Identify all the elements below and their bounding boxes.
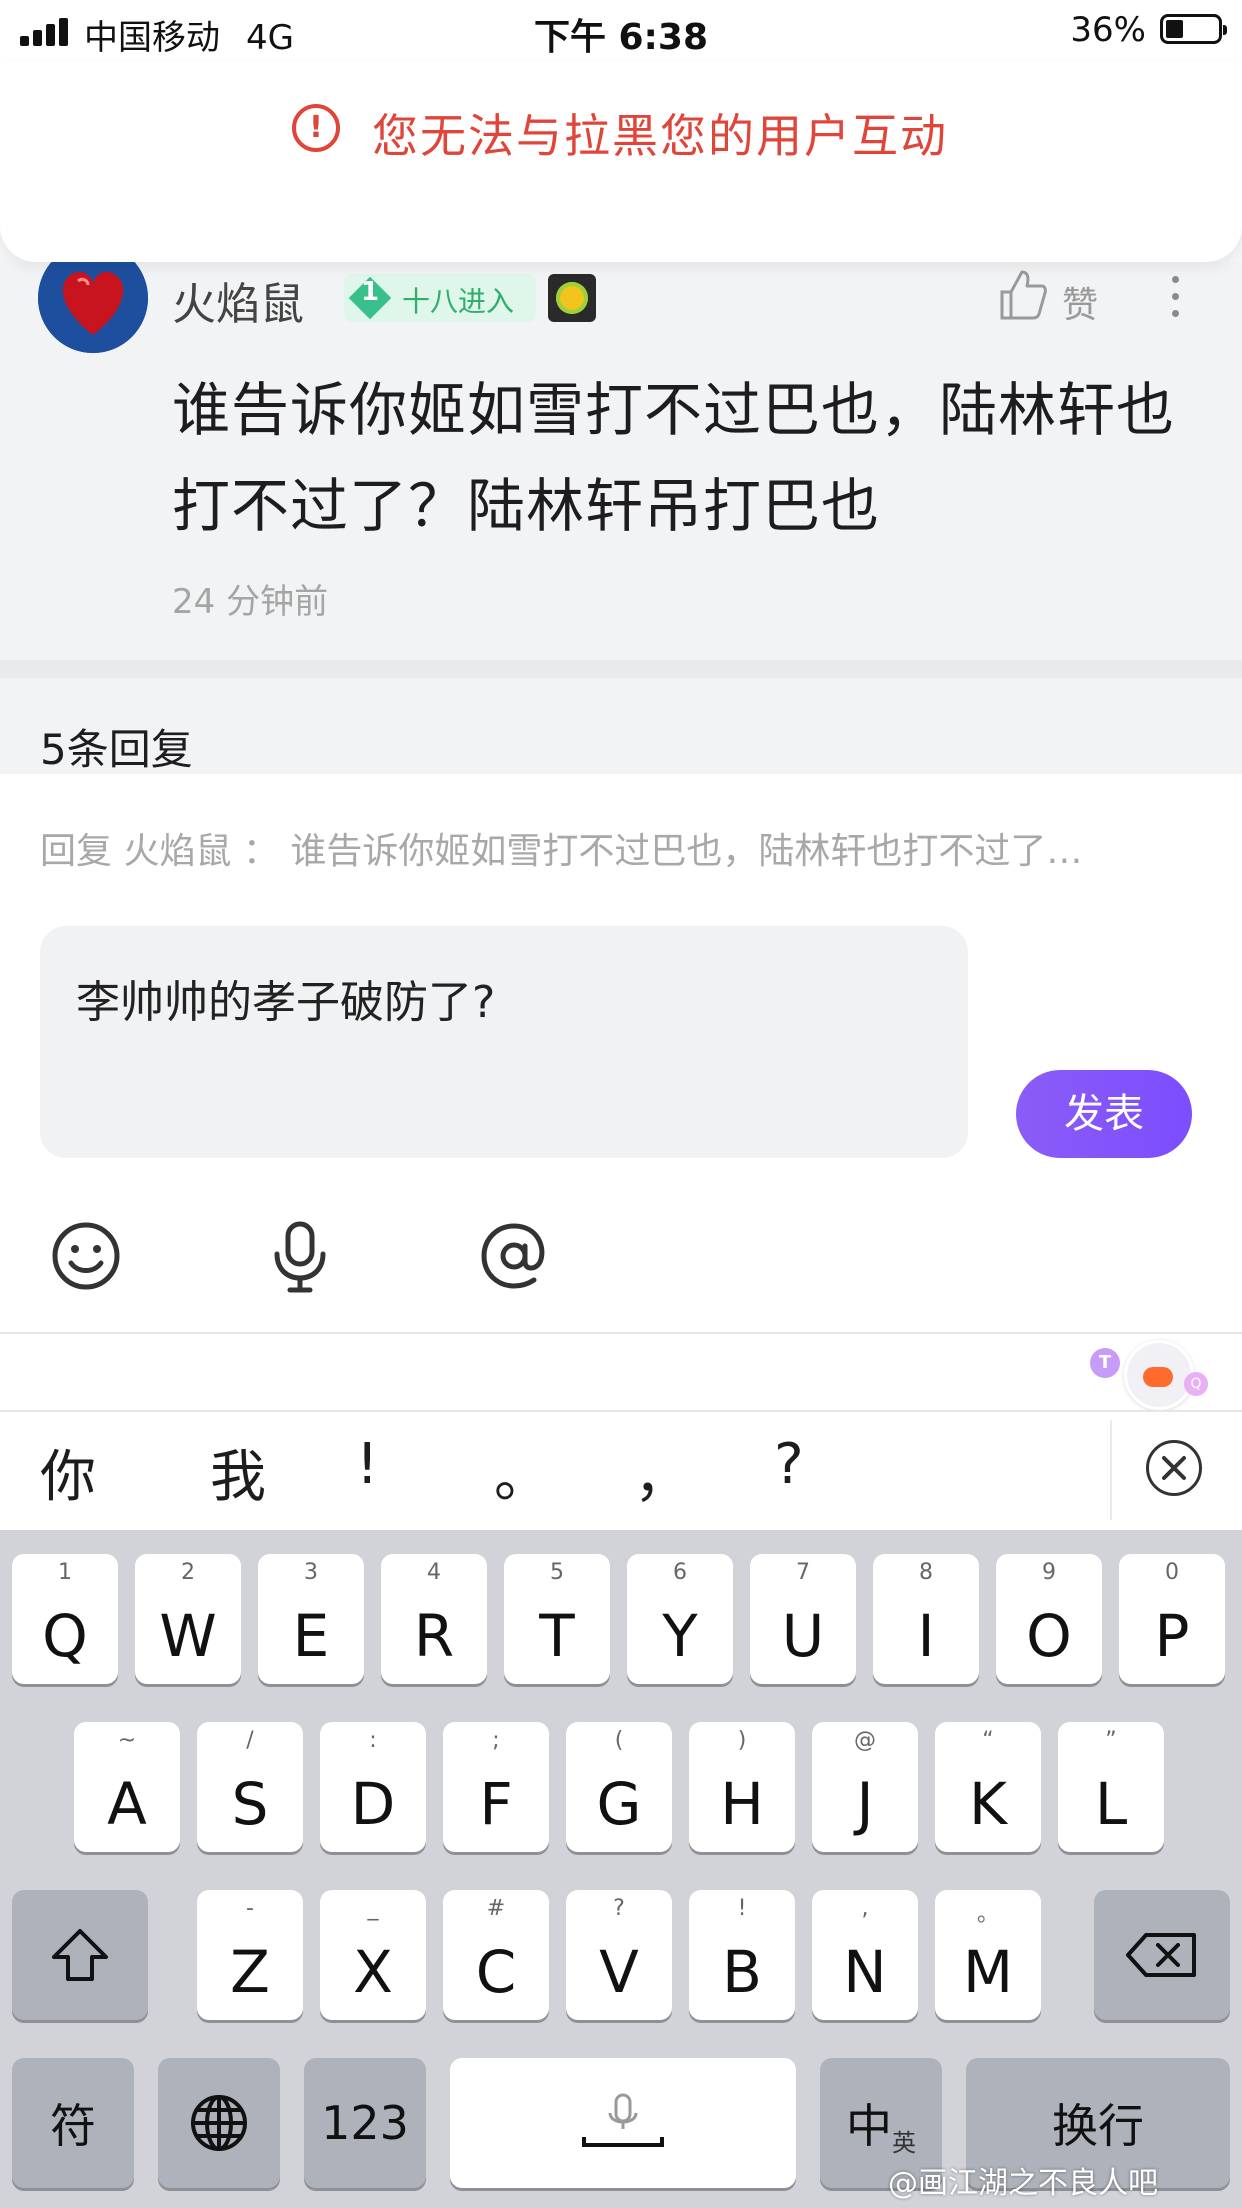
at-icon[interactable] xyxy=(476,1218,552,1294)
candidate-item[interactable]: 。 xyxy=(494,1432,550,1513)
key-g[interactable]: (G xyxy=(566,1722,672,1852)
candidate-item[interactable]: 你 xyxy=(40,1432,96,1513)
key-r[interactable]: 4R xyxy=(381,1554,487,1684)
thumbs-up-icon[interactable] xyxy=(998,268,1048,322)
key-q[interactable]: 1Q xyxy=(12,1554,118,1684)
key-v[interactable]: ? V xyxy=(566,1890,672,2020)
key-z[interactable]: -Z xyxy=(197,1890,303,2020)
key-a[interactable]: ~ A xyxy=(74,1722,180,1852)
reply-input-value[interactable]: 李帅帅的孝子破防了? xyxy=(76,966,495,1030)
emoji-icon[interactable] xyxy=(48,1218,124,1294)
replies-count: 5条回复 xyxy=(40,725,193,774)
reply-to-text: 回复 火焰鼠 ： 谁告诉你姬如雪打不过巴也，陆林轩也打不过了… xyxy=(40,831,1083,872)
key-b[interactable]: ! B xyxy=(689,1890,795,2020)
backspace-icon xyxy=(1094,1890,1230,2020)
key-s[interactable]: / S xyxy=(197,1722,303,1852)
clock: 下午 6:38 xyxy=(533,17,709,58)
watermark: @画江湖之不良人吧 xyxy=(888,2166,1158,2201)
symbols-key[interactable]: 符 xyxy=(12,2058,134,2188)
space-key[interactable] xyxy=(450,2058,796,2188)
alert-message: 您无法与拉黑您的用户互动 xyxy=(372,109,948,163)
key-y[interactable]: 6Y xyxy=(627,1554,733,1684)
shift-icon xyxy=(12,1890,148,2020)
key-c[interactable]: # C xyxy=(443,1890,549,2020)
key-l[interactable]: ” L xyxy=(1058,1722,1164,1852)
candidate-item[interactable]: ! xyxy=(356,1432,378,1497)
candidate-item[interactable]: ， xyxy=(634,1432,690,1513)
mascot-badge-t: T xyxy=(1090,1348,1120,1378)
lang-sub-label: 英 xyxy=(892,2128,916,2157)
battery-percent: 36% xyxy=(1070,10,1146,50)
mascot-badge-q: Q xyxy=(1184,1372,1208,1396)
section-divider xyxy=(0,660,1242,678)
key-e[interactable]: 3E xyxy=(258,1554,364,1684)
key-h[interactable]: ) H xyxy=(689,1722,795,1852)
post-time: 24 分钟前 xyxy=(172,582,329,622)
key-t[interactable]: 5T xyxy=(504,1554,610,1684)
close-candidates-icon[interactable] xyxy=(1146,1440,1202,1496)
delete-key[interactable] xyxy=(1094,1890,1230,2020)
microphone-icon[interactable] xyxy=(262,1218,338,1294)
keyboard: 1Q 2W 3E 4R 5T 6Y 7U 8I 9O 0P ~ A / S :D ;… xyxy=(0,1530,1242,2208)
level-badge: 1 十八进入 xyxy=(344,274,536,322)
send-button[interactable]: 发表 xyxy=(1016,1070,1192,1158)
key-u[interactable]: 7U xyxy=(750,1554,856,1684)
battery-icon xyxy=(1160,14,1227,44)
numbers-key[interactable]: 123 xyxy=(304,2058,426,2188)
level-number: 1 xyxy=(360,277,380,307)
candidate-bar xyxy=(0,1412,1242,1530)
key-x[interactable]: _ X xyxy=(320,1890,426,2020)
key-f[interactable]: ; F xyxy=(443,1722,549,1852)
like-label[interactable]: 赞 xyxy=(1062,276,1098,328)
shift-key[interactable] xyxy=(12,1890,148,2020)
key-n[interactable]: ,N xyxy=(812,1890,918,2020)
microphone-icon xyxy=(450,2058,796,2188)
mascot-icon[interactable] xyxy=(1124,1340,1194,1410)
exclamation-circle-icon: ! xyxy=(292,104,340,152)
post-username[interactable]: 火焰鼠 xyxy=(172,268,304,332)
key-j[interactable]: @ J xyxy=(812,1722,918,1852)
mascot-strip xyxy=(0,1334,1242,1410)
key-p[interactable]: 0P xyxy=(1119,1554,1225,1684)
candidate-item[interactable]: 我 xyxy=(210,1432,266,1513)
level-title: 十八进入 xyxy=(402,285,515,318)
globe-icon xyxy=(158,2058,280,2188)
key-i[interactable]: 8I xyxy=(873,1554,979,1684)
key-d[interactable]: :D xyxy=(320,1722,426,1852)
post-content: 谁告诉你姬如雪打不过巴也，陆林轩也打不过了？陆林轩吊打巴也 xyxy=(172,376,1176,540)
more-icon[interactable] xyxy=(1160,272,1190,322)
medal-icon xyxy=(548,274,596,322)
key-k[interactable]: “K xyxy=(935,1722,1041,1852)
candidate-item[interactable]: ? xyxy=(774,1432,804,1497)
lang-label: 中 xyxy=(846,2099,892,2153)
key-o[interactable]: 9O xyxy=(996,1554,1102,1684)
reply-input[interactable] xyxy=(40,926,968,1158)
candidate-divider xyxy=(1110,1420,1112,1520)
globe-key[interactable] xyxy=(158,2058,280,2188)
key-w[interactable]: 2W xyxy=(135,1554,241,1684)
key-m[interactable]: 。 M xyxy=(935,1890,1041,2020)
